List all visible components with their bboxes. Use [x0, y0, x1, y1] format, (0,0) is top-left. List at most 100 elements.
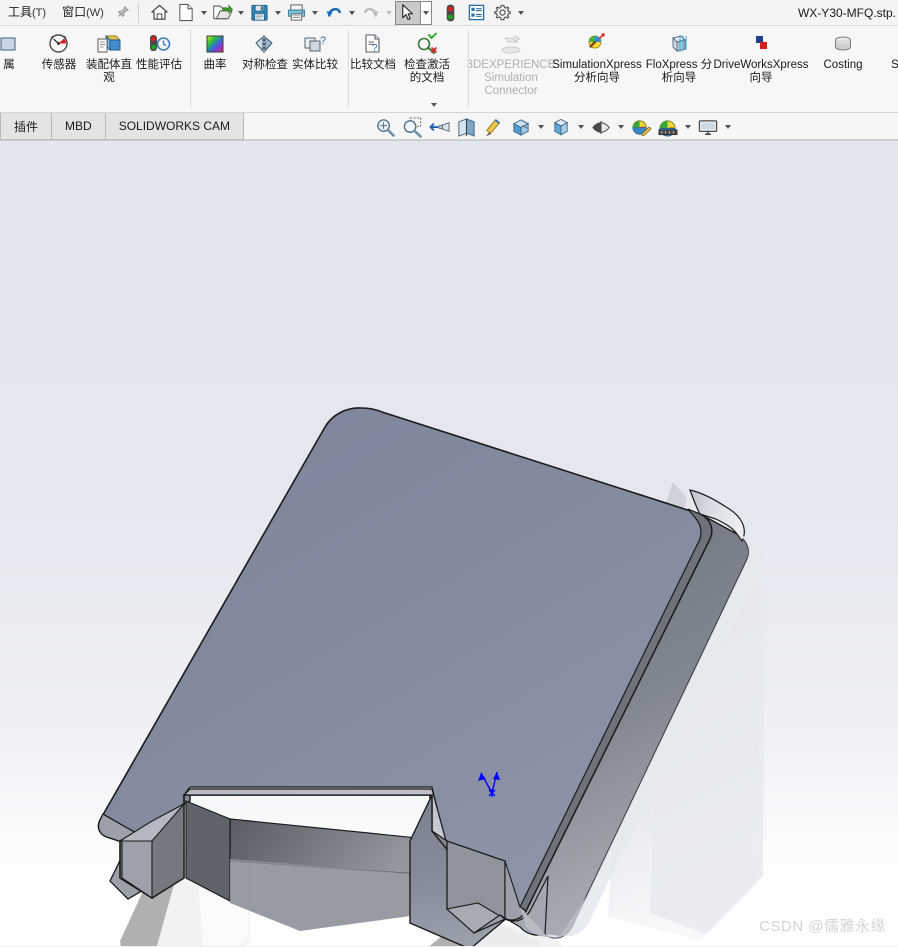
simulationxpress-label: SimulationXpress 分析向导 [552, 59, 642, 84]
new-document-dropdown[interactable] [199, 1, 210, 25]
view-selector-button[interactable] [507, 114, 534, 140]
hide-show-items-dropdown[interactable] [614, 114, 627, 140]
tab-addins-label: 插件 [14, 119, 39, 134]
save-dropdown[interactable] [273, 1, 284, 25]
apply-scene-button[interactable] [654, 114, 681, 140]
apply-scene-dropdown[interactable] [681, 114, 694, 140]
redo-dropdown[interactable] [384, 1, 395, 25]
compare-group-expand[interactable] [427, 99, 441, 111]
tab-addins[interactable]: 插件 [0, 113, 53, 140]
performance-evaluation-label: 性能评估 [136, 59, 182, 71]
evaluate-group-b: 曲率 对称检查 ? 实体比较 [190, 26, 340, 112]
chevron-down-icon [312, 10, 319, 15]
print-dropdown[interactable] [310, 1, 321, 25]
chevron-down-icon [422, 10, 429, 15]
compare-documents-button[interactable]: ? 比较文档 [348, 28, 398, 72]
costing-label: Costing [823, 59, 863, 71]
options-list-button[interactable] [464, 1, 490, 25]
sensor-label: 传感器 [41, 59, 77, 71]
chevron-down-icon [201, 10, 208, 15]
display-style-button[interactable] [547, 114, 574, 140]
simulationxpress-wizard-button[interactable]: SimulationXpress 分析向导 [552, 28, 642, 85]
quick-access-toolbar [143, 0, 527, 26]
chevron-down-icon [386, 10, 393, 15]
symmetry-check-icon [252, 31, 278, 57]
section-view-button[interactable] [453, 114, 480, 140]
assembly-visualization-button[interactable]: 装配体直观 [84, 28, 134, 85]
open-document-dropdown[interactable] [236, 1, 247, 25]
view-toolbar [372, 113, 734, 141]
view-orientation-button[interactable] [480, 114, 507, 140]
settings-button[interactable] [490, 1, 516, 25]
compare-documents-label: 比较文档 [350, 59, 396, 71]
toolbar-divider [137, 2, 139, 23]
display-style-dropdown[interactable] [574, 114, 587, 140]
geometry-compare-button[interactable]: ? 实体比较 [290, 28, 340, 72]
driveworksxpress-wizard-button[interactable]: DriveWorksXpress 向导 [714, 28, 809, 85]
symmetry-check-button[interactable]: 对称检查 [240, 28, 290, 72]
save-button[interactable] [247, 1, 273, 25]
check-active-document-button[interactable]: 检查激活的文档 [398, 28, 456, 85]
floxpress-wizard-button[interactable]: FloXpress 分析向导 [640, 28, 718, 85]
solidworks-window: 工具(T) 窗口(W) WX-Y30-MFQ.stp. 属 传感器 装配体直观 … [0, 0, 898, 947]
new-document-button[interactable] [173, 1, 199, 25]
chevron-down-icon [275, 10, 282, 15]
edit-appearance-button[interactable] [627, 114, 654, 140]
chevron-down-icon [518, 10, 525, 15]
assembly-visualization-icon [96, 31, 122, 57]
mass-properties-icon [0, 31, 22, 57]
zoom-to-area-button[interactable] [399, 114, 426, 140]
curvature-button[interactable]: 曲率 [190, 28, 240, 72]
assembly-visualization-label: 装配体直观 [86, 59, 132, 84]
view-settings-dropdown[interactable] [721, 114, 734, 140]
curvature-label: 曲率 [203, 59, 227, 71]
3dexperience-simulation-connector-button[interactable]: 3DEXPERIENCE Simulation Connector [466, 28, 556, 98]
tab-solidworks-cam-label: SOLIDWORKS CAM [118, 119, 231, 133]
driveworksxpress-label: DriveWorksXpress 向导 [713, 59, 809, 84]
menu-tools[interactable]: 工具(T) [0, 0, 54, 26]
zoom-to-fit-button[interactable] [372, 114, 399, 140]
3dexperience-connector-icon [498, 31, 524, 57]
menu-window-mnemonic: (W) [86, 7, 104, 19]
title-bar: 工具(T) 窗口(W) WX-Y30-MFQ.stp. [0, 0, 898, 26]
graphics-viewport[interactable]: CSDN @儒雅永缘 [0, 141, 898, 946]
menu-window-label: 窗口 [62, 5, 87, 19]
geometry-compare-label: 实体比较 [292, 59, 338, 71]
previous-view-button[interactable] [426, 114, 453, 140]
costing-button[interactable]: Costing [804, 28, 882, 72]
3dexperience-connector-label: 3DEXPERIENCE Simulation Connector [466, 59, 556, 97]
rebuild-button[interactable] [438, 1, 464, 25]
pin-icon[interactable] [112, 0, 134, 26]
tab-solidworks-cam[interactable]: SOLIDWORKS CAM [105, 113, 245, 140]
open-document-button[interactable] [210, 1, 236, 25]
menu-bar: 工具(T) 窗口(W) [0, 0, 134, 26]
tab-mbd[interactable]: MBD [52, 113, 106, 140]
sensor-gauge-icon [46, 31, 72, 57]
mass-properties-button[interactable]: 属 [0, 28, 34, 72]
chevron-down-icon [684, 125, 691, 129]
select-dropdown[interactable] [420, 0, 432, 25]
sustainability-button[interactable]: Sustainability [882, 28, 898, 72]
hide-show-items-button[interactable] [587, 114, 614, 140]
menu-tools-label: 工具 [8, 5, 33, 19]
model-render [97, 407, 765, 946]
undo-button[interactable] [321, 1, 347, 25]
geometry-compare-icon: ? [302, 31, 328, 57]
performance-evaluation-button[interactable]: 性能评估 [134, 28, 184, 72]
chevron-down-icon [617, 125, 624, 129]
view-settings-button[interactable] [694, 114, 721, 140]
svg-text:?: ? [320, 35, 326, 47]
sensor-button[interactable]: 传感器 [34, 28, 84, 72]
redo-button[interactable] [358, 1, 384, 25]
settings-dropdown[interactable] [516, 1, 527, 25]
view-selector-dropdown[interactable] [534, 114, 547, 140]
undo-dropdown[interactable] [347, 1, 358, 25]
home-button[interactable] [147, 1, 173, 25]
chevron-down-icon [431, 103, 437, 107]
svg-text:?: ? [372, 43, 378, 54]
select-button[interactable] [394, 0, 421, 25]
print-button[interactable] [284, 1, 310, 25]
performance-evaluation-icon [146, 31, 172, 57]
menu-window[interactable]: 窗口(W) [54, 0, 112, 26]
mass-properties-label: 属 [3, 59, 15, 71]
